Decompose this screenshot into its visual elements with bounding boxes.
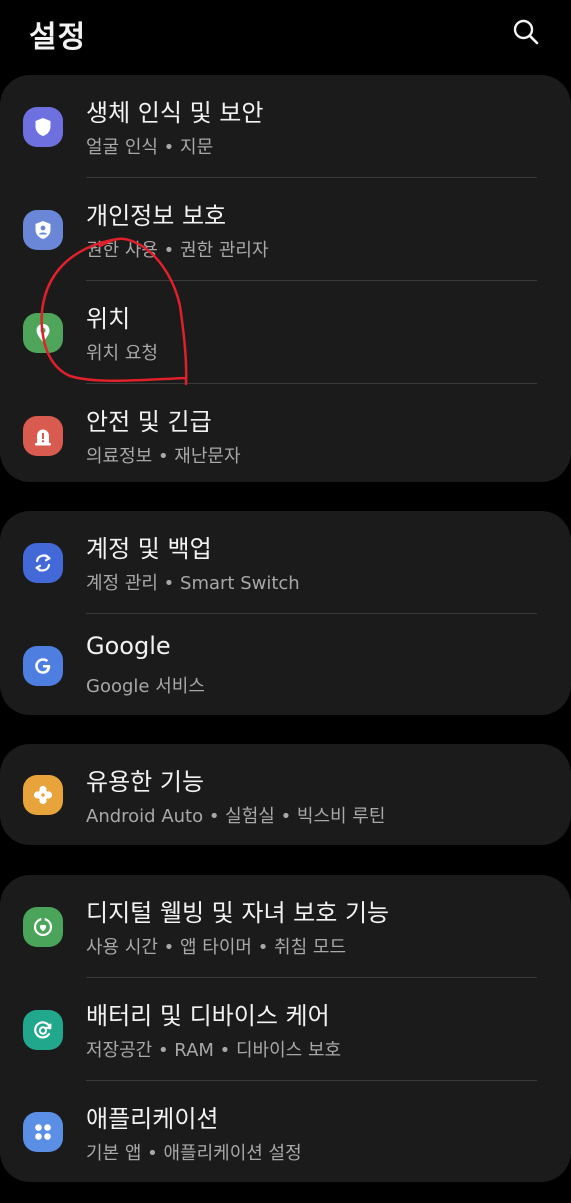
item-title: 디지털 웰빙 및 자녀 보호 기능	[86, 899, 390, 927]
search-icon	[513, 19, 539, 45]
icon-badge	[23, 1111, 63, 1152]
icon-badge	[23, 542, 63, 583]
settings-item-location[interactable]: 위치 위치 요청	[0, 281, 571, 384]
settings-item-privacy[interactable]: 개인정보 보호 권한 사용 • 권한 관리자	[0, 178, 571, 281]
privacy-icon	[35, 220, 51, 239]
item-subtitle: 의료정보 • 재난문자	[86, 446, 241, 467]
settings-item-biometrics-security[interactable]: 생체 인식 및 보안 얼굴 인식 • 지문	[0, 75, 571, 178]
settings-item-battery-device-care[interactable]: 배터리 및 디바이스 케어 저장공간 • RAM • 디바이스 보호	[0, 978, 571, 1081]
settings-group-accounts: 계정 및 백업 계정 관리 • Smart Switch Google Goog…	[0, 511, 571, 715]
item-subtitle: 저장공간 • RAM • 디바이스 보호	[86, 1040, 342, 1061]
icon-badge	[23, 106, 63, 147]
icon-badge	[23, 415, 63, 456]
item-title: Google	[86, 632, 171, 660]
page-title: 설정	[29, 20, 87, 55]
settings-group-device: 디지털 웰빙 및 자녀 보호 기능 사용 시간 • 앱 타이머 • 취침 모드 …	[0, 875, 571, 1182]
settings-item-google[interactable]: Google Google 서비스	[0, 614, 571, 717]
item-subtitle: 사용 시간 • 앱 타이머 • 취침 모드	[86, 937, 347, 958]
icon-badge	[23, 1009, 63, 1050]
wellbeing-icon	[33, 916, 53, 936]
device-care-icon	[34, 1020, 52, 1038]
icon-badge	[23, 906, 63, 947]
sync-icon	[35, 553, 51, 572]
shield-icon	[35, 117, 51, 136]
emergency-icon	[35, 429, 51, 445]
settings-item-advanced-features[interactable]: 유용한 기능 Android Auto • 실험실 • 빅스비 루틴	[0, 744, 571, 845]
item-subtitle: 권한 사용 • 권한 관리자	[86, 240, 269, 261]
item-subtitle: Android Auto • 실험실 • 빅스비 루틴	[86, 806, 386, 827]
settings-screen: 설정 생체 인식 및 보안 얼굴 인식 • 지문 개인정보 보호 권한 사용 •…	[0, 0, 571, 1203]
apps-grid-icon	[35, 1123, 51, 1140]
search-button[interactable]	[508, 14, 544, 50]
settings-item-accounts-backup[interactable]: 계정 및 백업 계정 관리 • Smart Switch	[0, 511, 571, 614]
item-title: 애플리케이션	[86, 1105, 219, 1133]
item-subtitle: 기본 앱 • 애플리케이션 설정	[86, 1143, 302, 1164]
item-title: 안전 및 긴급	[86, 408, 212, 436]
item-subtitle: 위치 요청	[86, 343, 158, 364]
app-header: 설정	[0, 0, 571, 64]
settings-item-digital-wellbeing[interactable]: 디지털 웰빙 및 자녀 보호 기능 사용 시간 • 앱 타이머 • 취침 모드	[0, 875, 571, 978]
settings-item-safety-emergency[interactable]: 안전 및 긴급 의료정보 • 재난문자	[0, 384, 571, 487]
location-pin-icon	[36, 323, 50, 342]
icon-badge	[23, 312, 63, 353]
item-subtitle: Google 서비스	[86, 676, 205, 697]
icon-badge	[23, 209, 63, 250]
icon-badge	[23, 774, 63, 815]
item-title: 유용한 기능	[86, 768, 205, 796]
item-title: 위치	[86, 305, 131, 333]
icon-badge	[23, 645, 63, 686]
item-subtitle: 계정 관리 • Smart Switch	[86, 573, 300, 594]
item-subtitle: 얼굴 인식 • 지문	[86, 137, 214, 158]
advanced-features-icon	[33, 785, 53, 804]
settings-group-advanced: 유용한 기능 Android Auto • 실험실 • 빅스비 루틴	[0, 744, 571, 845]
settings-item-applications[interactable]: 애플리케이션 기본 앱 • 애플리케이션 설정	[0, 1081, 571, 1182]
google-icon	[35, 657, 51, 674]
item-title: 배터리 및 디바이스 케어	[86, 1002, 330, 1030]
item-title: 계정 및 백업	[86, 535, 212, 563]
item-title: 개인정보 보호	[86, 202, 227, 230]
settings-group-security: 생체 인식 및 보안 얼굴 인식 • 지문 개인정보 보호 권한 사용 • 권한…	[0, 75, 571, 482]
item-title: 생체 인식 및 보안	[86, 99, 264, 127]
